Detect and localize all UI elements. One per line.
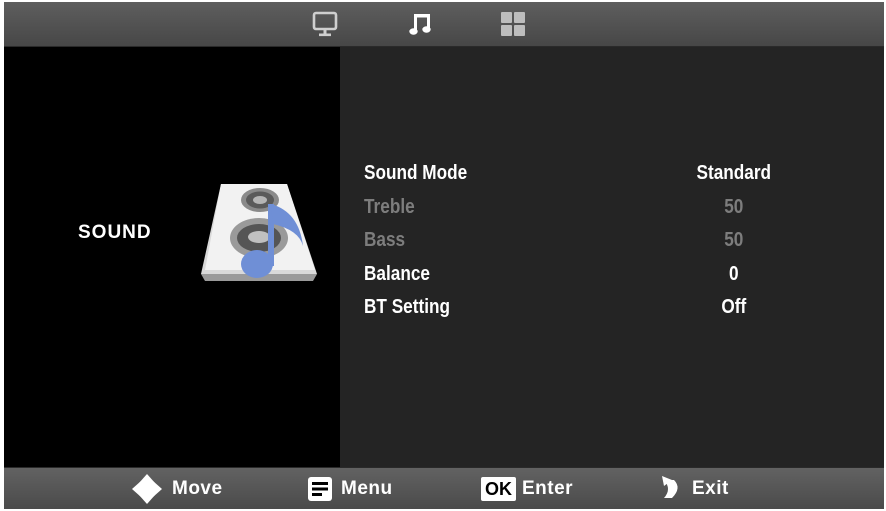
enter-label: Enter xyxy=(522,478,574,499)
exit-label: Exit xyxy=(692,478,729,499)
ok-badge: OK xyxy=(481,477,516,501)
menu-icon xyxy=(308,477,332,501)
menu-row-balance[interactable]: Balance 0 xyxy=(364,259,739,293)
menu-item-label: Bass xyxy=(364,229,406,251)
menu-item-value: 50 xyxy=(724,229,744,251)
menu-item-label: Treble xyxy=(364,195,415,218)
menu-item-value: 0 xyxy=(729,262,739,285)
music-note-icon[interactable] xyxy=(405,9,435,39)
menu-label: Menu xyxy=(341,478,393,499)
menu-item-value: Off xyxy=(721,296,747,318)
move-label: Move xyxy=(172,478,223,499)
menu-row-bass: Bass 50 xyxy=(364,225,743,259)
menu-row-treble: Treble 50 xyxy=(364,192,743,226)
menu-row-sound-mode[interactable]: Sound Mode Standard xyxy=(364,158,771,192)
menu-item-value: Standard xyxy=(696,162,772,184)
section-title: SOUND xyxy=(78,222,152,243)
menu-row-bt-setting[interactable]: BT Setting Off xyxy=(364,292,746,326)
menu-item-label: BT Setting xyxy=(364,296,450,318)
dpad-arrows-icon xyxy=(132,474,162,504)
menu-item-value: 50 xyxy=(724,195,744,218)
tv-menu-screen: SOUND Sound Mode Standard Treble 50 Bass 50 Ba… xyxy=(4,2,884,509)
apps-grid-icon[interactable] xyxy=(498,9,528,39)
menu-item-label: Balance xyxy=(364,262,430,285)
speaker-music-icon xyxy=(199,182,319,289)
enter-hint: OK Enter xyxy=(481,468,573,509)
move-hint: Move xyxy=(130,468,223,509)
bottom-hint-bar: Move Menu OK Enter Exit xyxy=(4,467,884,509)
top-tab-bar xyxy=(4,2,884,47)
menu-hint: Menu xyxy=(307,468,393,509)
exit-return-icon xyxy=(662,476,678,498)
menu-item-label: Sound Mode xyxy=(364,162,468,184)
exit-hint: Exit xyxy=(660,468,729,509)
sound-settings-list: Sound Mode Standard Treble 50 Bass 50 Balance 0… xyxy=(364,158,784,326)
monitor-icon[interactable] xyxy=(310,9,340,39)
